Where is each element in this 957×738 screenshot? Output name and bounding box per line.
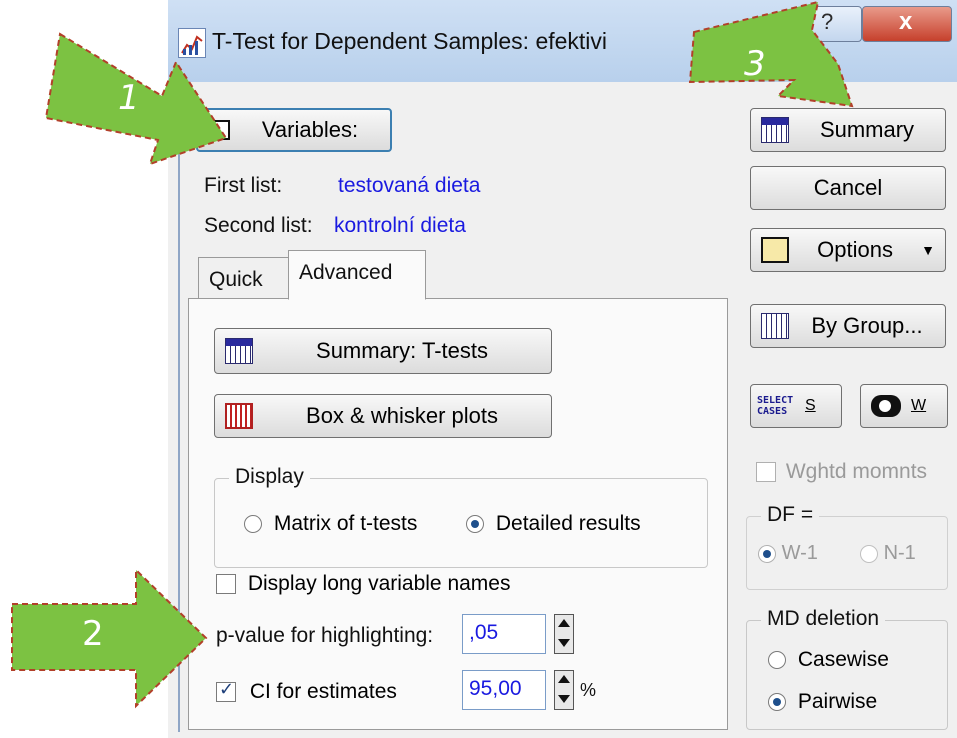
tab-advanced[interactable]: Advanced xyxy=(288,250,426,300)
annotation-label-2: 2 xyxy=(82,614,104,654)
tab-advanced-label: Advanced xyxy=(299,261,393,284)
annotation-label-1: 1 xyxy=(118,78,140,118)
annotation-arrow-2 xyxy=(11,567,208,709)
annotation-overlay xyxy=(11,0,854,709)
annotation-label-3: 3 xyxy=(744,44,766,84)
annotation-arrow-3 xyxy=(688,0,854,108)
